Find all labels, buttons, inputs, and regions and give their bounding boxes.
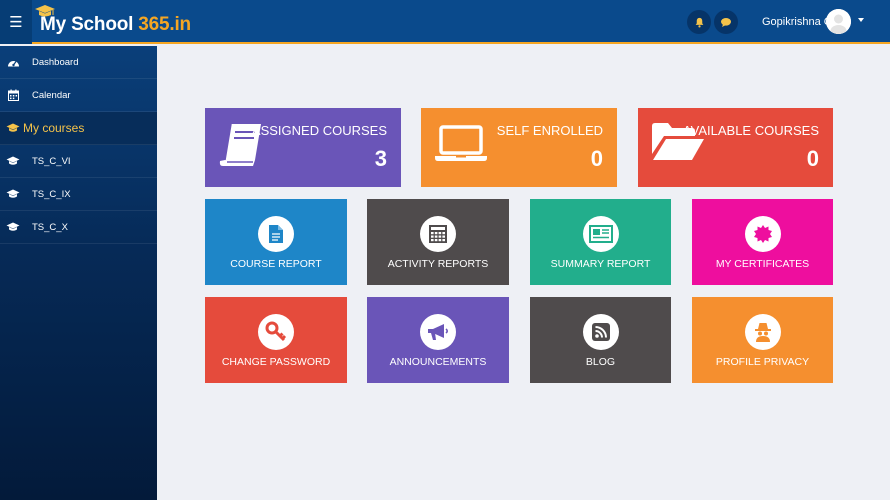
graduation-cap-icon (6, 187, 20, 201)
tile-label: CHANGE PASSWORD (221, 356, 331, 368)
dashboard-icon (6, 55, 20, 69)
chat-bubble-icon (721, 17, 731, 27)
sidebar-item-course[interactable]: TS_C_X (0, 211, 157, 244)
sidebar-item-label: TS_C_IX (32, 188, 71, 200)
newspaper-icon (588, 225, 613, 243)
document-icon (269, 225, 283, 243)
tile-icon-circle (258, 216, 294, 252)
tile-icon-circle (744, 314, 781, 350)
graduation-cap-icon (6, 220, 20, 234)
graduation-cap-icon (6, 121, 20, 135)
tile-change-password[interactable]: CHANGE PASSWORD (205, 297, 347, 383)
graduation-cap-icon (35, 5, 55, 17)
tile-label: COURSE REPORT (230, 258, 322, 270)
sidebar-item-label: Dashboard (32, 56, 79, 68)
tile-summary-report[interactable]: SUMMARY REPORT (530, 199, 671, 285)
tile-label: BLOG (585, 356, 616, 368)
tile-course-report[interactable]: COURSE REPORT (205, 199, 347, 285)
tile-title: SELF ENROLLED (496, 123, 603, 138)
tile-title: ASSIGNED COURSES (251, 123, 387, 138)
tile-self-enrolled[interactable]: SELF ENROLLED 0 (421, 108, 617, 187)
megaphone-icon (428, 324, 449, 340)
tile-profile-privacy[interactable]: PROFILE PRIVACY (692, 297, 833, 383)
tile-my-certificates[interactable]: MY CERTIFICATES (692, 199, 833, 285)
tile-count: 3 (374, 146, 387, 171)
tile-icon-circle (582, 314, 619, 350)
graduation-cap-icon (6, 154, 20, 168)
messages-button[interactable] (714, 10, 738, 34)
tile-activity-reports[interactable]: ACTIVITY REPORTS (367, 199, 509, 285)
tile-icon-circle (420, 314, 456, 350)
key-icon (265, 321, 287, 342)
sidebar-item-dashboard[interactable]: Dashboard (0, 46, 157, 79)
tile-title: AVAILABLE COURSES (682, 123, 819, 138)
notifications-button[interactable] (687, 10, 711, 34)
incognito-icon (754, 323, 771, 342)
calendar-icon (6, 88, 20, 102)
calculator-icon (429, 225, 447, 243)
sidebar-section-my-courses[interactable]: My courses (0, 112, 157, 145)
site-logo[interactable]: My School 365.in (34, 5, 191, 38)
sidebar-item-label: Calendar (32, 89, 71, 101)
menu-toggle-button[interactable]: ☰ (0, 0, 32, 44)
sidebar-item-course[interactable]: TS_C_IX (0, 178, 157, 211)
sidebar-section-label: My courses (23, 121, 85, 135)
sidebar-item-label: TS_C_VI (32, 155, 71, 167)
tile-icon-circle (582, 216, 619, 252)
user-avatar-icon (826, 9, 851, 34)
tile-count: 0 (806, 146, 819, 171)
tile-label: MY CERTIFICATES (715, 258, 810, 270)
tile-icon-circle (258, 314, 294, 350)
tile-assigned-courses[interactable]: ASSIGNED COURSES 3 (205, 108, 401, 187)
tile-announcements[interactable]: ANNOUNCEMENTS (367, 297, 509, 383)
user-name[interactable]: Gopikrishna G (762, 16, 832, 28)
tile-available-courses[interactable]: AVAILABLE COURSES 0 (638, 108, 833, 187)
sidebar-item-course[interactable]: TS_C_VI (0, 145, 157, 178)
logo-text: My School 365.in (40, 14, 191, 35)
bell-icon (695, 17, 703, 27)
top-navbar: ☰ My School 365.in Gopikrishna G (0, 0, 890, 44)
tile-count: 0 (590, 146, 603, 171)
tile-blog[interactable]: BLOG (530, 297, 671, 383)
certificate-icon (753, 225, 772, 243)
tile-label: SUMMARY REPORT (550, 258, 651, 270)
tile-icon-circle (744, 216, 781, 252)
sidebar-item-label: TS_C_X (32, 221, 68, 233)
user-menu-caret[interactable] (858, 18, 864, 22)
hamburger-icon: ☰ (9, 14, 23, 31)
tile-label: ANNOUNCEMENTS (389, 356, 487, 368)
tile-label: PROFILE PRIVACY (715, 356, 810, 368)
tile-icon-circle (420, 216, 456, 252)
sidebar-item-calendar[interactable]: Calendar (0, 79, 157, 112)
avatar[interactable] (826, 9, 851, 34)
sidebar: Dashboard Calendar My courses TS_C_VI TS… (0, 46, 157, 500)
rss-icon (591, 323, 610, 341)
tile-label: ACTIVITY REPORTS (387, 258, 489, 270)
laptop-icon (435, 125, 487, 161)
